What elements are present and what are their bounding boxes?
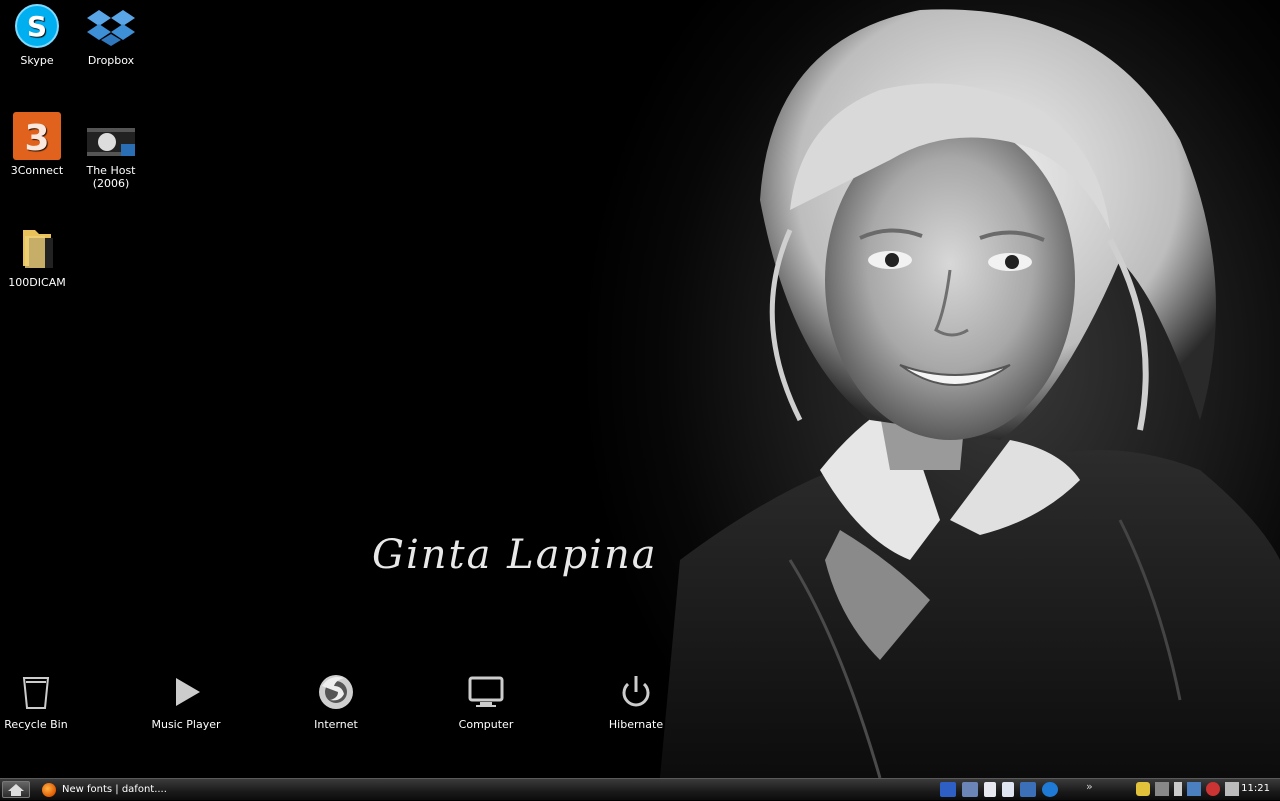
desktop-icon-label-line2: (2006)	[92, 177, 130, 190]
wallpaper-signature: Ginta Lapina	[372, 532, 658, 578]
quicklaunch-file-icon[interactable]	[1002, 782, 1014, 797]
dock-item-label: Computer	[458, 718, 514, 731]
home-icon	[8, 784, 24, 796]
desktop-icon-3connect[interactable]: 3 3Connect	[0, 112, 74, 177]
desktop-icon-skype[interactable]: S Skype	[0, 2, 74, 67]
system-tray	[1136, 782, 1239, 796]
dropbox-icon	[87, 10, 135, 46]
desktop-icon-label: Skype	[20, 54, 54, 67]
quicklaunch-app-icon[interactable]	[940, 782, 956, 797]
quicklaunch-document-icon[interactable]	[984, 782, 996, 797]
volume-icon[interactable]	[1225, 782, 1239, 796]
dock-item-label: Music Player	[151, 718, 221, 731]
folder-icon	[23, 230, 53, 268]
desktop-wallpaper: Ginta Lapina	[0, 0, 1280, 778]
quicklaunch-desktop-icon[interactable]	[1020, 782, 1036, 797]
taskbar-clock[interactable]: 11:21	[1241, 783, 1270, 794]
dock-item-computer[interactable]: Computer	[441, 672, 531, 731]
dock-item-label: Internet	[314, 718, 358, 731]
firefox-icon	[42, 782, 56, 797]
three-connect-icon: 3	[13, 112, 61, 160]
taskbar: New fonts | dafont.... » 11:21	[0, 778, 1280, 800]
quick-launch	[940, 782, 1058, 797]
svg-text:3: 3	[24, 118, 49, 159]
dock-item-label: Hibernate	[608, 718, 664, 731]
power-icon	[622, 676, 650, 707]
monitor-icon	[468, 676, 504, 707]
svg-text:S: S	[27, 10, 47, 43]
desktop-icon-dropbox[interactable]: Dropbox	[74, 2, 148, 67]
quicklaunch-window-icon[interactable]	[962, 782, 978, 797]
quicklaunch-ie-icon[interactable]	[1042, 782, 1058, 797]
desktop-icon-label: 100DICAM	[8, 276, 66, 289]
taskbar-task-firefox[interactable]: New fonts | dafont....	[42, 781, 192, 798]
display-tray-icon[interactable]	[1155, 782, 1169, 796]
dock-item-hibernate[interactable]: Hibernate	[591, 672, 681, 731]
dock-item-internet[interactable]: Internet	[291, 672, 381, 731]
start-button[interactable]	[2, 781, 30, 798]
users-tray-icon[interactable]	[1136, 782, 1150, 796]
dock-item-recycle-bin[interactable]: Recycle Bin	[0, 672, 81, 731]
firefox-icon	[319, 675, 353, 709]
desktop-icon-100dicam[interactable]: 100DICAM	[0, 224, 74, 289]
usb-tray-icon[interactable]	[1174, 782, 1182, 796]
taskbar-task-label: New fonts | dafont....	[62, 784, 167, 795]
desktop-icon-label: Dropbox	[87, 54, 135, 67]
dock-item-label: Recycle Bin	[4, 718, 68, 731]
network-tray-icon[interactable]	[1187, 782, 1201, 796]
quicklaunch-overflow-chevron[interactable]: »	[1086, 780, 1093, 793]
play-icon	[176, 678, 200, 706]
skype-icon: S	[15, 4, 59, 48]
wallpaper-photo	[660, 9, 1280, 778]
movie-file-icon	[87, 128, 135, 156]
dock-item-music-player[interactable]: Music Player	[141, 672, 231, 731]
desktop-icon-label: 3Connect	[10, 164, 64, 177]
security-tray-icon[interactable]	[1206, 782, 1220, 796]
recycle-bin-icon	[22, 677, 50, 709]
desktop-icon-the-host[interactable]: The Host (2006)	[74, 124, 148, 190]
desktop-icon-label: The Host	[86, 164, 136, 177]
